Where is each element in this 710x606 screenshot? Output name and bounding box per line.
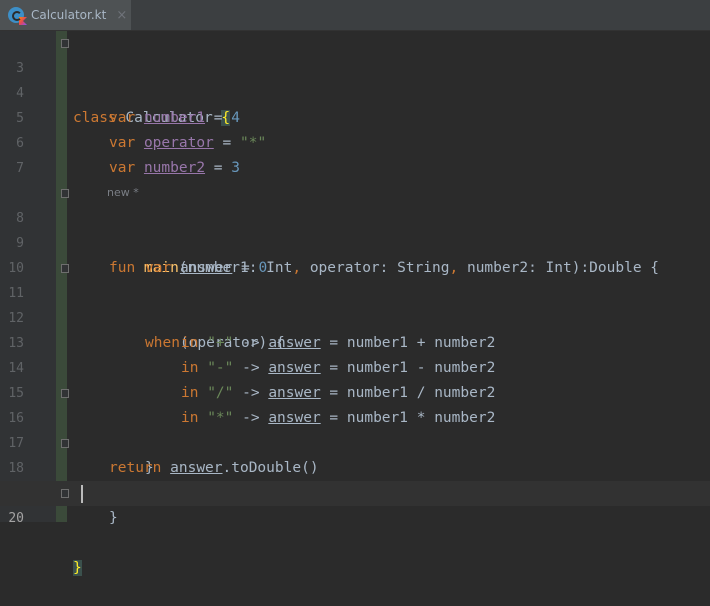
editor-tab-bar: Calculator.kt ×: [0, 0, 710, 31]
code-line-10[interactable]: 10: [0, 231, 710, 276]
code-line-3[interactable]: 3 class Calculator {: [0, 31, 710, 126]
matched-brace: }: [73, 560, 82, 576]
code-line-16[interactable]: 16 }: [0, 381, 710, 476]
close-icon[interactable]: ×: [116, 8, 127, 23]
fold-end-icon[interactable]: [61, 489, 69, 498]
code-line-8[interactable]: 8 fun main(number1: Int, operator: Strin…: [0, 181, 710, 276]
fold-toggle-icon[interactable]: [61, 39, 69, 48]
code-vision-hint[interactable]: new *: [0, 157, 710, 199]
code-line-6[interactable]: 6 var number2 = 3: [0, 106, 710, 176]
code-line-14[interactable]: 14 in "/" -> answer = number1 / number2: [0, 331, 710, 401]
kotlin-file-icon: [8, 7, 27, 25]
code-line-20[interactable]: 20 }: [0, 481, 710, 576]
fold-toggle-icon[interactable]: [61, 189, 69, 198]
fold-end-icon[interactable]: [61, 389, 69, 398]
fold-end-icon[interactable]: [61, 439, 69, 448]
fold-toggle-icon[interactable]: [61, 264, 69, 273]
code-line-12[interactable]: 12 in "+" -> answer = number1 + number2: [0, 281, 710, 351]
text-caret: [81, 485, 83, 503]
code-line-18[interactable]: 18 }: [0, 431, 710, 526]
code-line-7[interactable]: 7: [0, 131, 710, 176]
code-line-15[interactable]: 15 in "*" -> answer = number1 * number2: [0, 356, 710, 426]
code-line-17[interactable]: 17 return answer.toDouble(): [0, 406, 710, 476]
code-line-11[interactable]: 11 when(operator) {: [0, 256, 710, 351]
code-line-5[interactable]: 5 var operator = "*": [0, 81, 710, 151]
code-line-4[interactable]: 4 var number1 = 4: [0, 56, 710, 126]
code-line-21[interactable]: 21: [0, 506, 710, 522]
tab-label: Calculator.kt: [31, 8, 107, 22]
tab-calculator-kt[interactable]: Calculator.kt ×: [0, 0, 131, 30]
code-line-13[interactable]: 13 in "-" -> answer = number1 - number2: [0, 306, 710, 376]
code-line-19[interactable]: 19: [0, 456, 710, 501]
code-line-9[interactable]: 9 var answer = 0: [0, 206, 710, 276]
